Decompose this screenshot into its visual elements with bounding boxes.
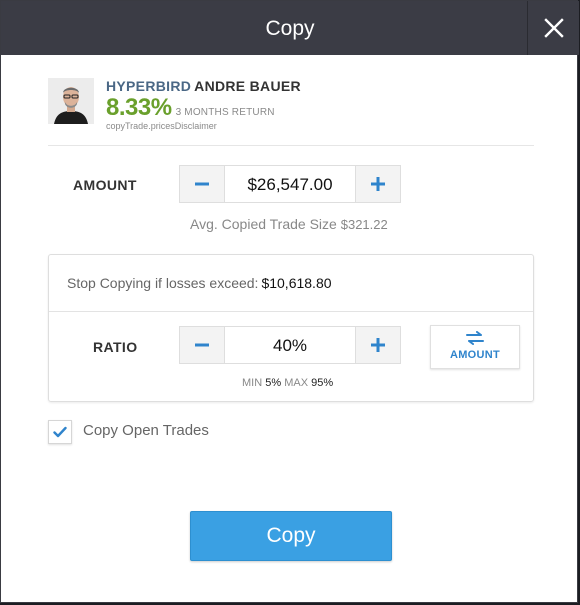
stop-loss-row[interactable]: Stop Copying if losses exceed: $10,618.80 — [49, 255, 533, 312]
amount-stepper — [179, 165, 401, 203]
minus-icon — [195, 343, 209, 347]
copy-dialog: Copy HYPERBIRD ANDRE BAUER 8.33% 3 MONTH… — [0, 0, 579, 603]
trader-avatar[interactable] — [48, 78, 94, 124]
amount-label: AMOUNT — [73, 177, 137, 193]
dialog-header: Copy — [1, 1, 579, 55]
min-label: MIN — [242, 377, 263, 389]
avg-trade-size-label: Avg. Copied Trade Size — [190, 216, 337, 232]
stop-loss-panel: Stop Copying if losses exceed: $10,618.80… — [48, 254, 534, 402]
return-value: 8.33% — [106, 94, 172, 121]
switch-label: AMOUNT — [449, 349, 501, 361]
minus-icon — [195, 182, 209, 186]
ratio-increment-button[interactable] — [355, 327, 400, 363]
ratio-label: RATIO — [93, 339, 138, 355]
dialog-title: Copy — [265, 17, 315, 40]
trader-username: HYPERBIRD — [106, 78, 192, 94]
close-button[interactable] — [527, 1, 579, 55]
copy-submit-button[interactable]: Copy — [190, 511, 392, 561]
avg-trade-size-value: $321.22 — [340, 217, 388, 232]
stop-loss-value: $10,618.80 — [261, 275, 332, 291]
copy-open-trades-label[interactable]: Copy Open Trades — [83, 422, 209, 439]
return-label: 3 MONTHS RETURN — [175, 107, 275, 118]
prices-disclaimer: copyTrade.pricesDisclaimer — [106, 121, 217, 131]
amount-increment-button[interactable] — [355, 166, 400, 202]
plus-icon — [371, 338, 385, 352]
close-icon — [543, 18, 564, 38]
stop-loss-label: Stop Copying if losses exceed: — [67, 275, 259, 291]
amount-decrement-button[interactable] — [180, 166, 225, 202]
trader-fullname: ANDRE BAUER — [194, 78, 301, 94]
divider — [48, 145, 534, 146]
return-row: 8.33% 3 MONTHS RETURN — [106, 94, 275, 122]
switch-to-amount-button[interactable]: AMOUNT — [430, 325, 520, 369]
copy-open-trades-checkbox[interactable] — [48, 420, 72, 444]
ratio-decrement-button[interactable] — [180, 327, 225, 363]
min-value: 5% — [265, 377, 282, 389]
avatar-image — [48, 78, 94, 124]
plus-icon — [371, 177, 385, 191]
avg-trade-size: Avg. Copied Trade Size $321.22 — [190, 216, 388, 232]
amount-input[interactable] — [225, 166, 355, 202]
trader-profile: HYPERBIRD ANDRE BAUER 8.33% 3 MONTHS RETUR… — [48, 78, 534, 136]
max-label: MAX — [284, 377, 309, 389]
checkmark-icon — [53, 426, 67, 438]
swap-arrows-icon — [466, 331, 484, 345]
max-value: 95% — [311, 377, 334, 389]
trader-name[interactable]: HYPERBIRD ANDRE BAUER — [106, 78, 301, 94]
ratio-input[interactable] — [225, 327, 355, 363]
ratio-range: MIN 5% MAX 95% — [242, 377, 580, 389]
stop-loss-text: Stop Copying if losses exceed: $10,618.80 — [67, 275, 332, 291]
ratio-stepper — [179, 326, 401, 364]
